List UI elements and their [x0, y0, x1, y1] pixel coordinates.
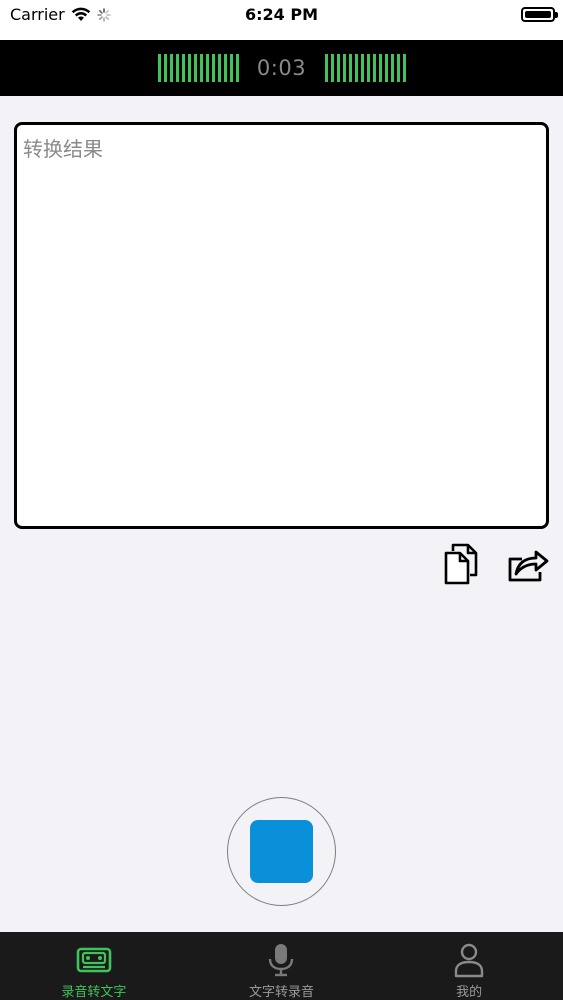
tab-mine[interactable]: 我的: [376, 932, 563, 1000]
copy-icon: [444, 543, 478, 585]
microphone-icon: [269, 944, 294, 977]
tab-label: 我的: [456, 985, 483, 1000]
conversion-result-placeholder: 转换结果: [23, 137, 103, 161]
tab-bar: 录音转文字 文字转录音 我的: [0, 932, 563, 1000]
tab-audio-to-text[interactable]: 录音转文字: [0, 932, 187, 1000]
battery-icon: [521, 7, 558, 22]
status-time: 6:24 PM: [244, 5, 318, 24]
share-icon: [508, 550, 549, 582]
tab-label: 文字转录音: [248, 985, 314, 1000]
tab-text-to-audio[interactable]: 文字转录音: [188, 932, 375, 1000]
level-meter-right: [324, 54, 406, 82]
status-bar: Carrier 6:24 PM: [0, 0, 563, 40]
copy-button[interactable]: [440, 541, 486, 587]
stop-recording-button[interactable]: [227, 797, 336, 906]
cassette-icon: [76, 947, 112, 973]
person-icon: [454, 943, 484, 978]
app-screen: Carrier 6:24 PM 0:03 转换结果 录音转文字 文字转录音 我的: [0, 0, 563, 1000]
tab-label: 录音转文字: [61, 985, 127, 1000]
level-meter-left: [157, 54, 239, 82]
recording-elapsed-time: 0:03: [256, 56, 307, 80]
conversion-result-textarea[interactable]: 转换结果: [14, 122, 549, 529]
battery-level: [525, 11, 551, 18]
stop-icon: [250, 820, 313, 883]
share-button[interactable]: [504, 541, 550, 587]
recording-bar: 0:03: [0, 40, 563, 96]
